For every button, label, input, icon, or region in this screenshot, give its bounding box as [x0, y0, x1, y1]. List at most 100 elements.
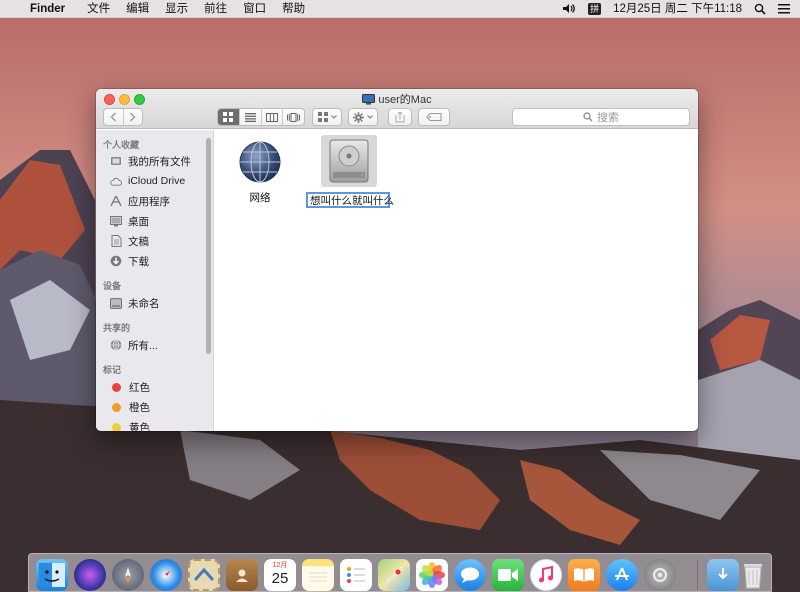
share-button[interactable] [388, 108, 412, 126]
view-mode-control [217, 108, 305, 126]
calendar-month: 12月 [272, 562, 288, 569]
network-item[interactable]: 网络 [237, 140, 283, 205]
menu-window[interactable]: 窗口 [235, 0, 274, 18]
volume-icon[interactable] [556, 3, 582, 14]
hard-drive-item[interactable] [325, 138, 373, 184]
window-title-area: user的Mac [96, 91, 698, 107]
column-view-button[interactable] [262, 109, 284, 125]
sidebar-item-tag-red[interactable]: 红色 [110, 378, 150, 396]
menu-edit[interactable]: 编辑 [118, 0, 157, 18]
rename-input[interactable]: 想叫什么就叫什么 [306, 192, 394, 208]
share-icon [395, 111, 405, 123]
tags-button[interactable] [418, 108, 450, 126]
menu-help[interactable]: 帮助 [274, 0, 313, 18]
computer-icon [362, 93, 376, 105]
siri-dock-icon[interactable] [74, 559, 106, 591]
spotlight-search-icon[interactable] [748, 3, 772, 15]
desktop-icon [110, 215, 122, 227]
downloads-icon [110, 255, 122, 267]
action-button[interactable] [348, 108, 378, 126]
gear-icon [353, 111, 364, 123]
chevron-left-icon [110, 112, 116, 122]
reminders-dock-icon[interactable] [340, 559, 372, 591]
cover-flow-button[interactable] [283, 109, 304, 125]
sidebar-item-icloud-drive[interactable]: iCloud Drive [110, 172, 185, 190]
sidebar-item-label: 所有... [128, 339, 158, 352]
sidebar-item-all-my-files[interactable]: 我的所有文件 [110, 152, 191, 170]
network-icon [110, 339, 122, 351]
chevron-down-icon [367, 115, 373, 119]
back-forward-control [103, 108, 143, 126]
yellow-tag-dot-icon [112, 422, 121, 431]
arrange-grid-icon [317, 112, 328, 122]
trash-dock-icon[interactable] [737, 559, 769, 591]
menu-file[interactable]: 文件 [79, 0, 118, 18]
itunes-dock-icon[interactable] [530, 559, 562, 591]
mail-stamp-dock-icon[interactable] [188, 559, 220, 591]
sidebar-item-label: 未命名 [128, 297, 160, 310]
system-preferences-dock-icon[interactable] [644, 559, 676, 591]
search-icon [583, 112, 593, 122]
sidebar-item-shared-all[interactable]: 所有... [110, 336, 158, 354]
search-placeholder: 搜索 [597, 112, 619, 124]
facetime-dock-icon[interactable] [492, 559, 524, 591]
input-method-label: 拼 [588, 2, 602, 15]
forward-button[interactable] [124, 109, 143, 125]
menu-view[interactable]: 显示 [157, 0, 196, 18]
menu-go[interactable]: 前往 [196, 0, 235, 18]
sidebar-item-label: 我的所有文件 [128, 155, 191, 168]
applications-icon [110, 195, 122, 207]
sidebar-heading-devices: 设备 [103, 281, 122, 291]
calendar-dock-icon[interactable]: 12月 25 [264, 559, 296, 591]
sidebar-scrollbar[interactable] [206, 138, 211, 354]
search-input[interactable]: 搜索 [512, 108, 690, 126]
maps-dock-icon[interactable] [378, 559, 410, 591]
input-method-icon[interactable]: 拼 [582, 2, 607, 15]
app-menu-finder[interactable]: Finder [22, 0, 79, 18]
clock[interactable]: 12月25日 周二 下午11:18 [607, 0, 748, 18]
menu-bar: Finder 文件 编辑 显示 前往 窗口 帮助 拼 12月25日 周二 下午1… [0, 0, 800, 18]
finder-dock-icon[interactable] [36, 559, 68, 591]
list-view-button[interactable] [240, 109, 262, 125]
all-files-icon [110, 155, 122, 167]
notes-dock-icon[interactable] [302, 559, 334, 591]
sidebar-item-untitled-disk[interactable]: 未命名 [110, 294, 160, 312]
calendar-day: 25 [271, 570, 289, 587]
sidebar-item-tag-orange[interactable]: 橙色 [110, 398, 150, 416]
cloud-icon [110, 175, 122, 187]
file-browser-content[interactable]: 网络 想叫什么就叫什么 [215, 130, 698, 431]
hard-drive-icon [329, 139, 369, 183]
dock: 12月 25 [28, 553, 772, 592]
sidebar-heading-tags: 标记 [103, 365, 122, 375]
safari-dock-icon[interactable] [150, 559, 182, 591]
sidebar-item-desktop[interactable]: 桌面 [110, 212, 149, 230]
sidebar-item-label: 文稿 [128, 235, 149, 248]
downloads-stack-dock-icon[interactable] [707, 559, 739, 591]
disk-icon [110, 297, 122, 309]
photos-dock-icon[interactable] [416, 559, 448, 591]
sidebar: 个人收藏 我的所有文件 iCloud Drive 应用程序 桌面 文稿 下载 设… [96, 130, 214, 431]
sidebar-item-documents[interactable]: 文稿 [110, 232, 149, 250]
arrange-button[interactable] [312, 108, 342, 126]
sidebar-item-label: 应用程序 [128, 195, 170, 208]
cover-flow-icon [287, 112, 301, 122]
app-store-dock-icon[interactable] [606, 559, 638, 591]
list-icon [244, 112, 256, 122]
messages-dock-icon[interactable] [454, 559, 486, 591]
orange-tag-dot-icon [112, 402, 121, 412]
ibooks-dock-icon[interactable] [568, 559, 600, 591]
file-label: 网络 [249, 192, 271, 204]
finder-window: user的Mac 搜索 个人收藏 我的所有文件 iCloud Drive 应用程… [96, 89, 698, 431]
sidebar-item-tag-yellow[interactable]: 黄色 [110, 418, 150, 431]
sidebar-item-label: 黄色 [129, 421, 150, 432]
notification-center-icon[interactable] [772, 3, 800, 14]
sidebar-item-downloads[interactable]: 下载 [110, 252, 149, 270]
launchpad-dock-icon[interactable] [112, 559, 144, 591]
icon-view-button[interactable] [218, 109, 240, 125]
sidebar-item-applications[interactable]: 应用程序 [110, 192, 170, 210]
sidebar-heading-favorites: 个人收藏 [103, 140, 140, 150]
window-titlebar[interactable]: user的Mac 搜索 [96, 89, 698, 129]
back-button[interactable] [104, 109, 124, 125]
sidebar-heading-shared: 共享的 [103, 323, 131, 333]
contacts-dock-icon[interactable] [226, 559, 258, 591]
